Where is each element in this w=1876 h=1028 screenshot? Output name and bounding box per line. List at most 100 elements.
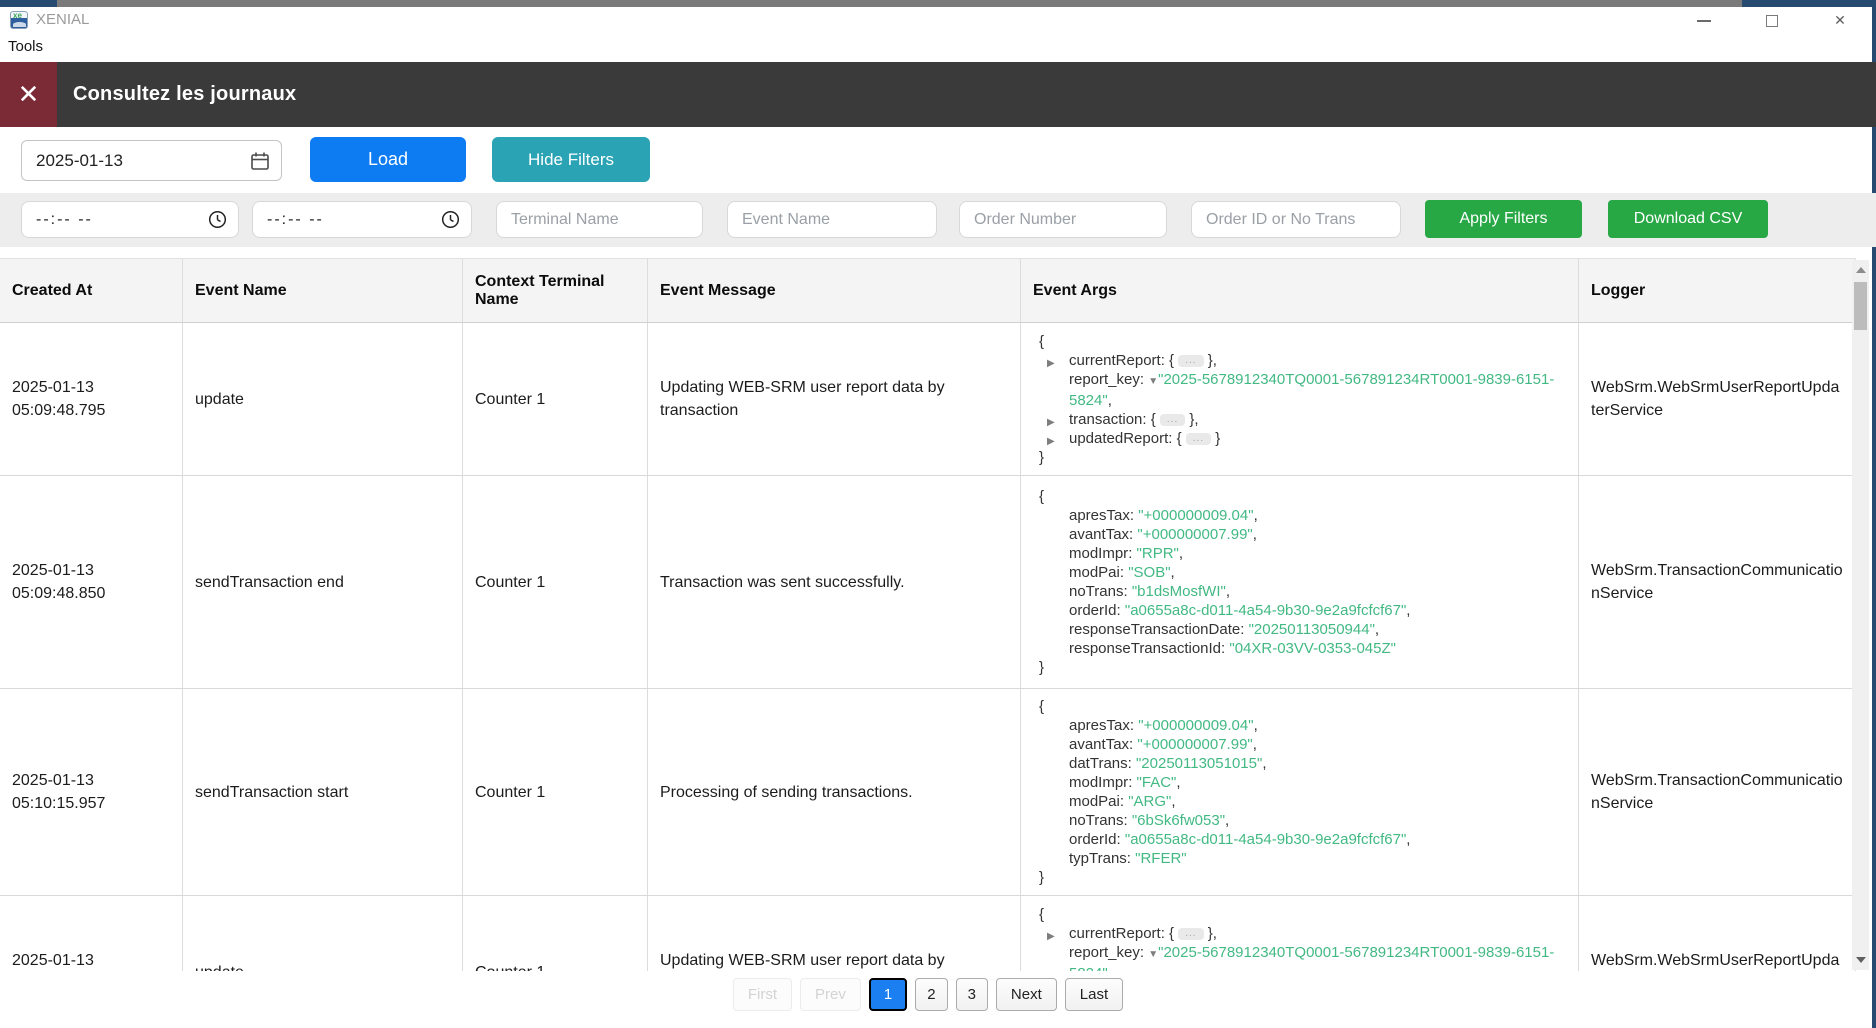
table-row: 2025-01-1305:12:44.312updateCounter 1Upd… xyxy=(0,896,1856,971)
close-view-button[interactable]: ✕ xyxy=(0,62,57,127)
page-button-1[interactable]: 1 xyxy=(869,978,907,1011)
first-page-button: First xyxy=(733,978,792,1011)
apply-filters-button[interactable]: Apply Filters xyxy=(1425,200,1582,238)
time-to-input[interactable] xyxy=(253,202,471,237)
json-value: "+000000007.99" xyxy=(1137,526,1252,543)
json-value: "+000000009.04" xyxy=(1138,507,1253,524)
close-window-button[interactable]: ✕ xyxy=(1826,7,1854,34)
menu-tools[interactable]: Tools xyxy=(8,34,43,59)
hide-filters-button[interactable]: Hide Filters xyxy=(492,137,650,182)
download-csv-button[interactable]: Download CSV xyxy=(1608,200,1768,238)
window-accent-right xyxy=(1742,0,1876,7)
json-value: "RFER" xyxy=(1135,850,1186,867)
table-row: 2025-01-1305:09:48.850sendTransaction en… xyxy=(0,476,1856,689)
event-args-json: {▶currentReport: { ... },report_key: ▼"2… xyxy=(1033,332,1566,467)
time-from-field xyxy=(21,201,239,238)
order-id-input[interactable] xyxy=(1192,202,1400,237)
clock-icon[interactable] xyxy=(208,210,227,229)
terminal-name-input[interactable] xyxy=(497,202,702,237)
json-value: "+000000007.99" xyxy=(1137,736,1252,753)
scroll-up-button[interactable] xyxy=(1852,262,1869,278)
view-header: ✕ Consultez les journaux xyxy=(0,62,1876,127)
json-value: "+000000009.04" xyxy=(1138,717,1253,734)
clock-icon[interactable] xyxy=(441,210,460,229)
terminal-cell: Counter 1 xyxy=(463,323,648,475)
scroll-down-icon xyxy=(1856,957,1866,963)
column-header: Created At xyxy=(0,259,183,322)
order-id-field xyxy=(1191,201,1401,238)
time-from-input[interactable] xyxy=(22,202,238,237)
json-expander-icon[interactable]: ▼ xyxy=(1148,949,1158,960)
load-button[interactable]: Load xyxy=(310,137,466,182)
terminal-cell: Counter 1 xyxy=(463,689,648,895)
xenial-logo-icon xyxy=(10,11,28,29)
json-value: "SOB" xyxy=(1128,564,1170,581)
close-icon: ✕ xyxy=(1834,12,1846,29)
json-collapsed-pill[interactable]: ... xyxy=(1186,433,1211,445)
message-cell: Updating WEB-SRM user report data by tra… xyxy=(648,896,1021,971)
json-key: avantTax xyxy=(1069,736,1129,753)
logger-cell: WebSrm.WebSrmUserReportUpdaterService xyxy=(1579,323,1856,475)
json-key: datTrans xyxy=(1069,755,1128,772)
table-header-row: Created AtEvent NameContext Terminal Nam… xyxy=(0,259,1856,323)
event-name-cell: update xyxy=(183,896,463,971)
json-collapsed-pill[interactable]: ... xyxy=(1178,928,1203,940)
json-value: "FAC" xyxy=(1137,774,1177,791)
json-value: "6bSk6fw053" xyxy=(1132,812,1225,829)
next-page-button[interactable]: Next xyxy=(996,978,1057,1011)
scroll-down-button[interactable] xyxy=(1852,952,1869,968)
json-key: avantTax xyxy=(1069,526,1129,543)
event-name-input[interactable] xyxy=(728,202,936,237)
event-name-cell: sendTransaction end xyxy=(183,476,463,688)
window-right-border xyxy=(1872,0,1876,1028)
column-header: Event Name xyxy=(183,259,463,322)
json-collapsed-pill[interactable]: ... xyxy=(1160,414,1185,426)
json-key: apresTax xyxy=(1069,717,1130,734)
json-expander-icon[interactable]: ▼ xyxy=(1148,376,1158,387)
last-page-button[interactable]: Last xyxy=(1065,978,1123,1011)
json-value: "2025-5678912340TQ0001-567891234RT0001-9… xyxy=(1069,944,1554,972)
order-number-input[interactable] xyxy=(960,202,1166,237)
close-icon: ✕ xyxy=(18,79,40,110)
json-value: "ARG" xyxy=(1128,793,1171,810)
event-args-json: {apresTax: "+000000009.04",avantTax: "+0… xyxy=(1033,487,1566,677)
json-value: "a0655a8c-d011-4a54-9b30-9e2a9fcfcf67" xyxy=(1125,602,1406,619)
table-row: 2025-01-1305:09:48.795updateCounter 1Upd… xyxy=(0,323,1856,476)
menu-bar: Tools xyxy=(0,34,1872,61)
json-key: typTrans xyxy=(1069,850,1127,867)
table-body: 2025-01-1305:09:48.795updateCounter 1Upd… xyxy=(0,323,1856,971)
prev-page-button: Prev xyxy=(800,978,861,1011)
args-cell: {apresTax: "+000000009.04",avantTax: "+0… xyxy=(1021,476,1579,688)
maximize-icon xyxy=(1766,15,1778,27)
json-key: noTrans xyxy=(1069,812,1123,829)
message-cell: Processing of sending transactions. xyxy=(648,689,1021,895)
json-key: orderId xyxy=(1069,602,1117,619)
page-button-3[interactable]: 3 xyxy=(956,978,988,1011)
json-key: modImpr xyxy=(1069,774,1128,791)
date-input[interactable] xyxy=(22,141,222,180)
minimize-button[interactable] xyxy=(1690,7,1718,34)
maximize-button[interactable] xyxy=(1758,7,1786,34)
created-at-cell: 2025-01-1305:10:15.957 xyxy=(0,689,183,895)
column-header: Context Terminal Name xyxy=(463,259,648,322)
args-cell: {apresTax: "+000000009.04",avantTax: "+0… xyxy=(1021,689,1579,895)
args-cell: {▶currentReport: { ... },report_key: ▼"2… xyxy=(1021,896,1579,971)
page-title: Consultez les journaux xyxy=(73,62,296,127)
title-bar: XENIAL ✕ xyxy=(0,7,1872,34)
logger-cell: WebSrm.TransactionCommunicationService xyxy=(1579,689,1856,895)
scrollbar-thumb[interactable] xyxy=(1854,282,1867,330)
time-to-field xyxy=(252,201,472,238)
event-args-json: {▶currentReport: { ... },report_key: ▼"2… xyxy=(1033,905,1566,972)
json-key: updatedReport xyxy=(1069,430,1168,447)
logger-cell: WebSrm.WebSrmUserReportUpdaterService xyxy=(1579,896,1856,971)
page-button-2[interactable]: 2 xyxy=(915,978,947,1011)
vertical-scrollbar[interactable] xyxy=(1852,260,1869,970)
json-key: noTrans xyxy=(1069,583,1123,600)
column-header: Logger xyxy=(1579,259,1856,322)
event-name-cell: update xyxy=(183,323,463,475)
json-collapsed-pill[interactable]: ... xyxy=(1178,355,1203,367)
calendar-icon[interactable] xyxy=(250,151,270,171)
message-cell: Updating WEB-SRM user report data by tra… xyxy=(648,323,1021,475)
date-field xyxy=(21,140,282,181)
scroll-up-icon xyxy=(1856,267,1866,273)
